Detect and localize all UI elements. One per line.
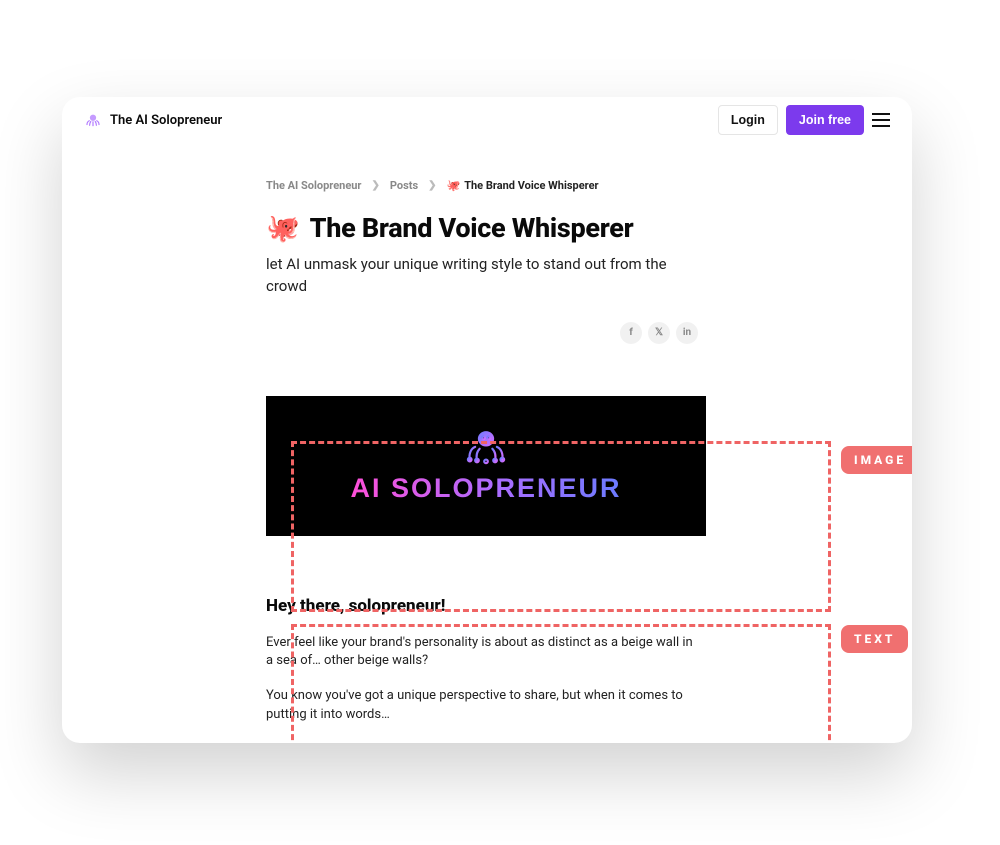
chevron-right-icon: ❯ [428,180,436,191]
share-linkedin-icon[interactable]: in [676,322,698,344]
page-subtitle: let AI unmask your unique writing style … [266,254,706,298]
hamburger-menu-icon[interactable] [872,113,890,127]
breadcrumb-root[interactable]: The AI Solopreneur [266,179,361,192]
octopus-emoji: 🐙 [447,179,461,192]
header-bar: The AI Solopreneur Login Join free [62,97,912,143]
body-paragraph-1: Ever feel like your brand's personality … [266,634,696,672]
octopus-logo-icon [464,427,508,465]
body-greeting: Hey there, solopreneur! [266,596,706,616]
breadcrumb-current-text: The Brand Voice Whisperer [464,179,598,192]
header-actions: Login Join free [718,105,890,135]
app-window: The AI Solopreneur Login Join free The A… [62,97,912,743]
hero-brand-text: AI SOLOPRENEUR [350,473,621,504]
body-emphasis: You feel like you're naked, alone, and l… [266,741,686,743]
page-title: The Brand Voice Whisperer [310,212,634,244]
brand-name: The AI Solopreneur [110,113,222,128]
canvas: The AI Solopreneur Login Join free The A… [0,0,1000,845]
breadcrumb-current: 🐙 The Brand Voice Whisperer [447,179,599,192]
content-area: The AI Solopreneur ❯ Posts ❯ 🐙 The Brand… [62,143,912,743]
hero-image: AI SOLOPRENEUR [266,396,706,536]
share-row: f 𝕏 in [620,322,912,344]
brand[interactable]: The AI Solopreneur [84,111,222,129]
join-free-button[interactable]: Join free [786,105,864,135]
breadcrumb: The AI Solopreneur ❯ Posts ❯ 🐙 The Brand… [266,179,912,192]
body-paragraph-2: You know you've got a unique perspective… [266,687,696,725]
share-x-icon[interactable]: 𝕏 [648,322,670,344]
chevron-right-icon: ❯ [371,180,379,191]
login-button[interactable]: Login [718,105,778,135]
octopus-logo-icon [84,111,102,129]
article-body: Hey there, solopreneur! Ever feel like y… [266,596,706,744]
page-title-row: 🐙 The Brand Voice Whisperer [266,212,912,244]
breadcrumb-posts[interactable]: Posts [390,179,418,192]
octopus-emoji: 🐙 [266,215,300,242]
share-facebook-icon[interactable]: f [620,322,642,344]
